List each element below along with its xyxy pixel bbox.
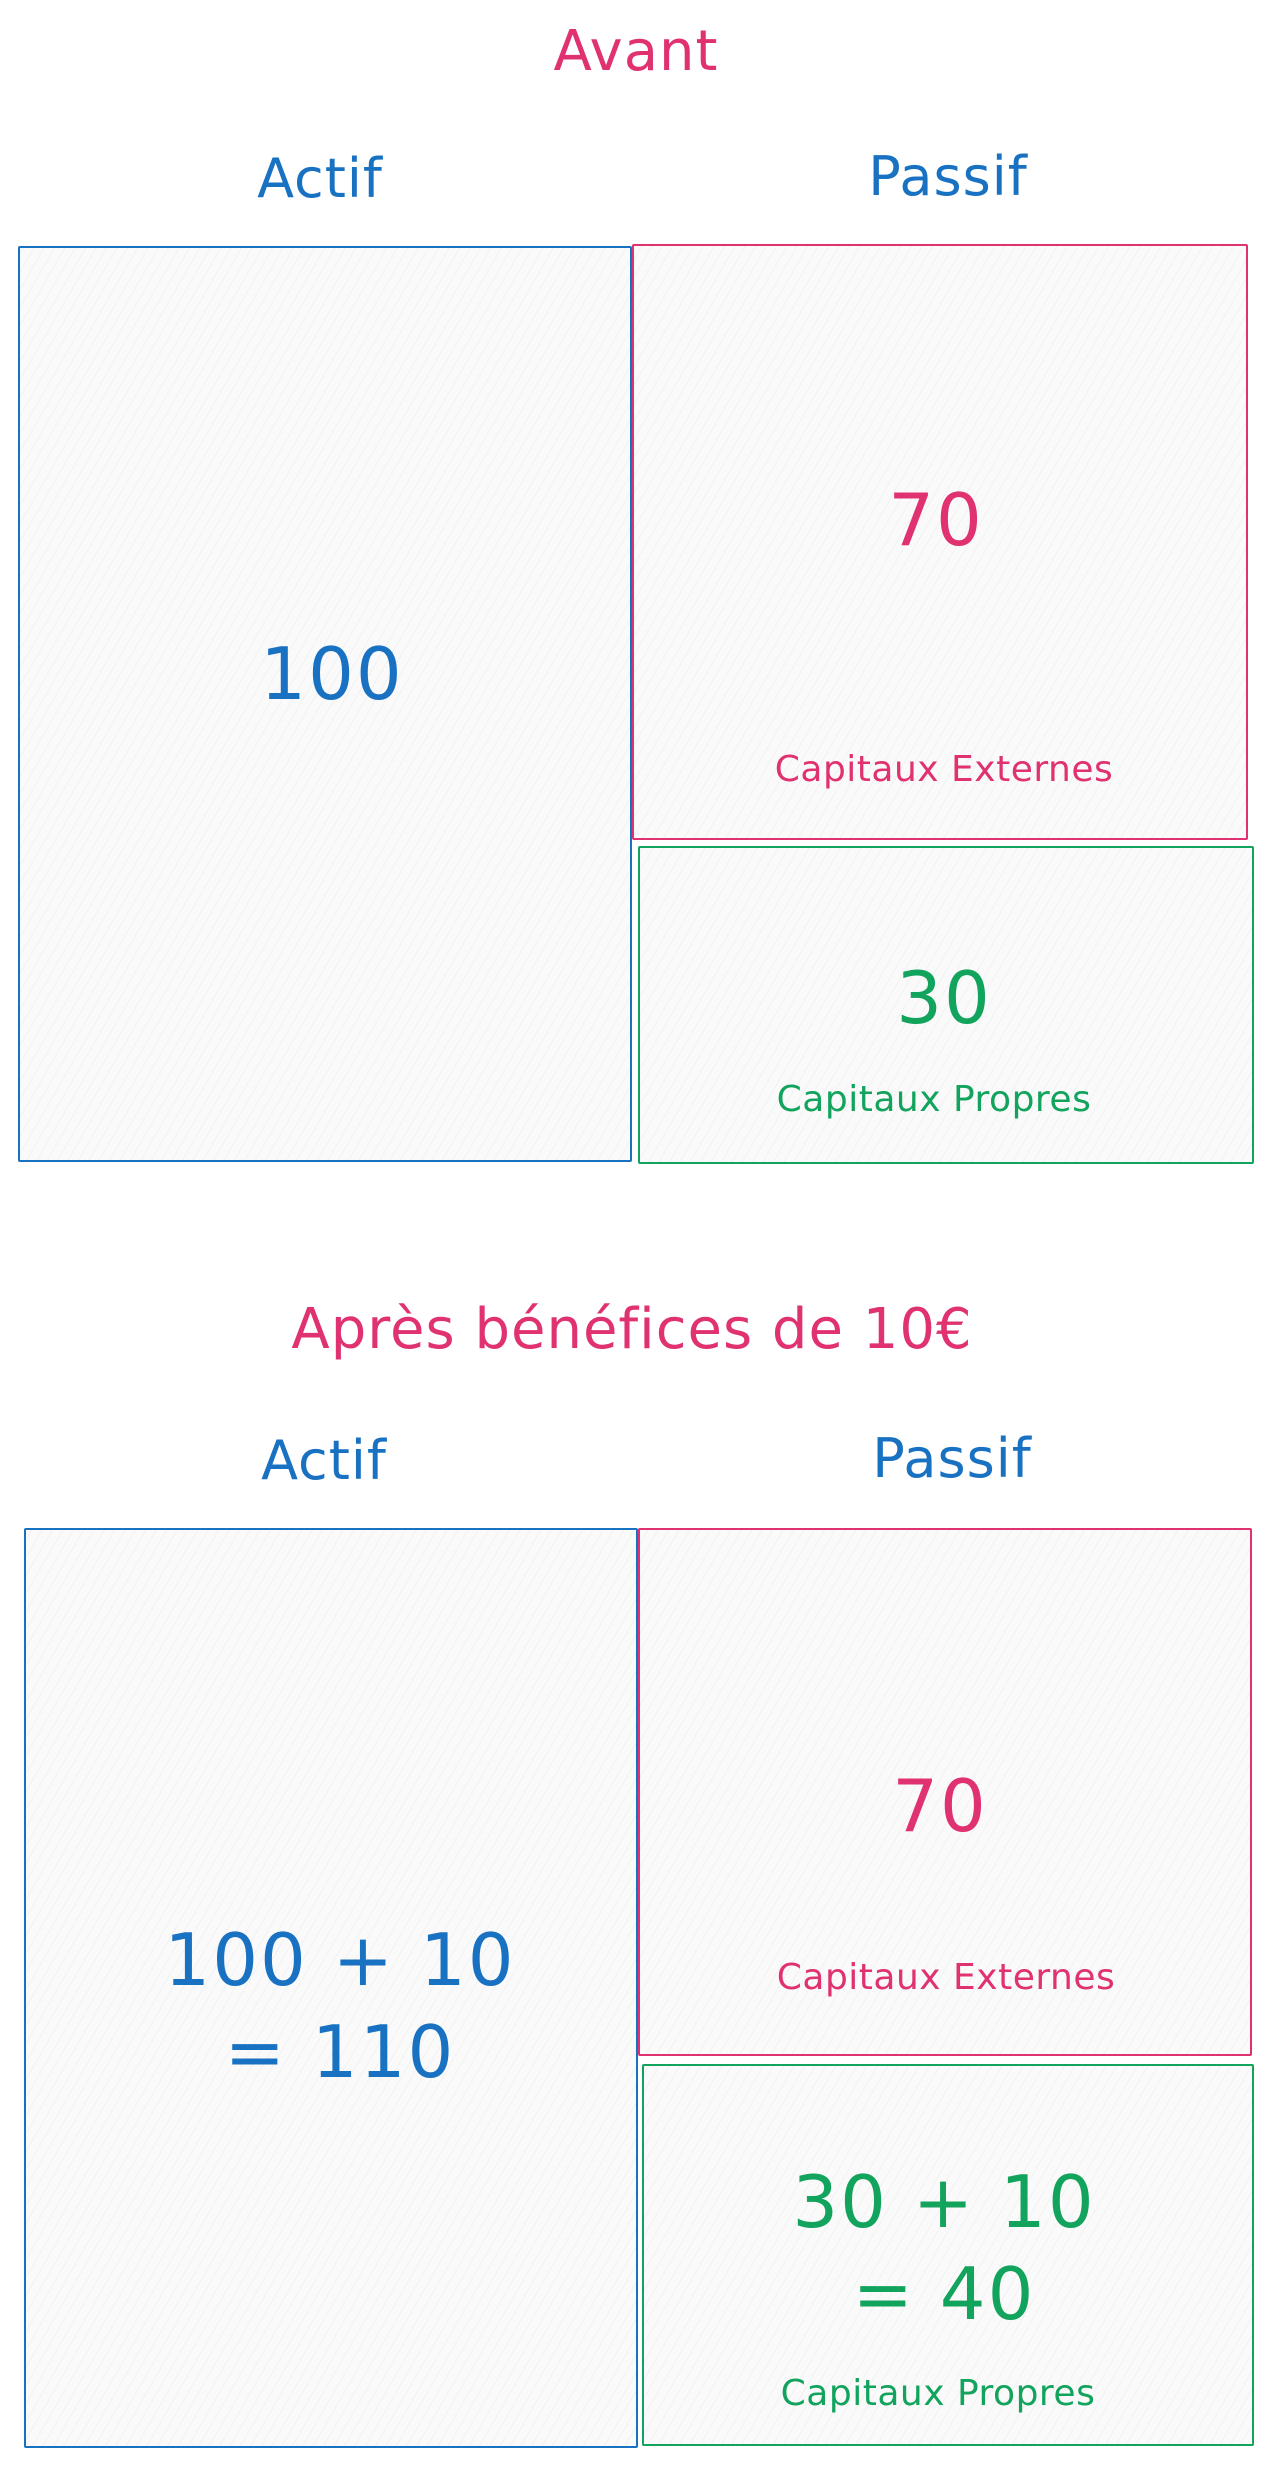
- before-actif-value: 100: [260, 632, 404, 716]
- after-propres-label: Capitaux Propres: [780, 2373, 1096, 2414]
- after-actif-line2: = 110: [224, 2010, 456, 2094]
- before-title: Avant: [553, 19, 719, 84]
- after-actif-header: Actif: [261, 1429, 387, 1492]
- after-externes-value: 70: [892, 1764, 988, 1848]
- before-actif-header: Actif: [257, 147, 383, 210]
- after-actif-line1: 100 + 10: [164, 1918, 516, 2002]
- before-externes-value: 70: [888, 478, 984, 562]
- after-propres-line1: 30 + 10: [792, 2160, 1096, 2244]
- before-propres-value: 30: [896, 956, 992, 1040]
- after-propres-line2: = 40: [852, 2252, 1036, 2336]
- before-propres-label: Capitaux Propres: [776, 1079, 1092, 1120]
- after-propres-value: 30 + 10 = 40: [792, 2156, 1095, 2340]
- before-passif-header: Passif: [868, 145, 1028, 208]
- after-actif-value: 100 + 10 = 110: [164, 1914, 515, 2098]
- after-passif-header: Passif: [872, 1427, 1032, 1490]
- after-externes-label: Capitaux Externes: [776, 1957, 1116, 1998]
- before-externes-label: Capitaux Externes: [774, 749, 1114, 790]
- after-title: Après bénéfices de 10€: [291, 1297, 973, 1362]
